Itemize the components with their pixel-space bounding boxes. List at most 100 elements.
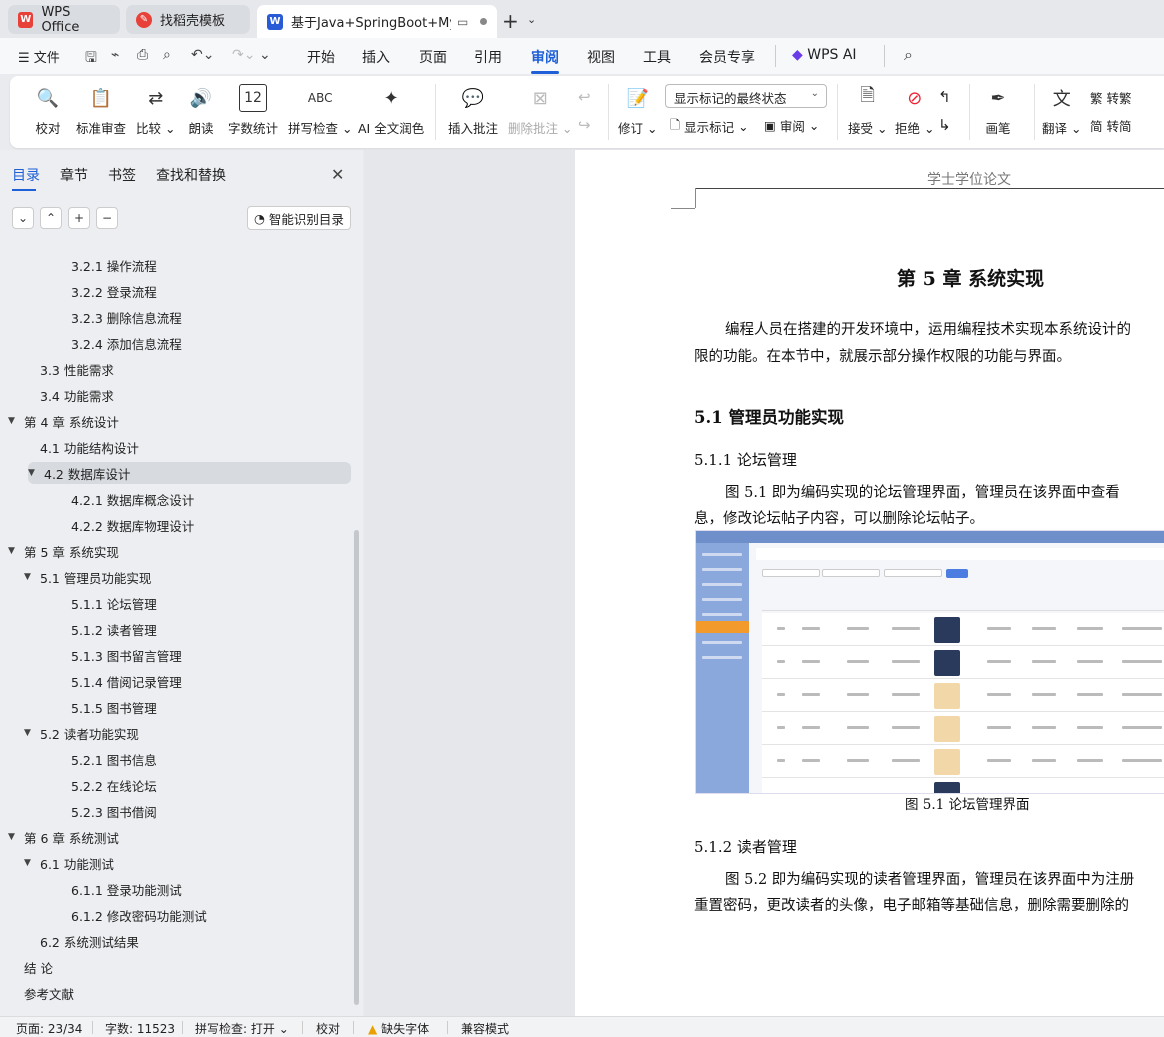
print-icon[interactable]: ⎙ (137, 47, 148, 63)
toc-item[interactable]: ▼ 4.2 数据库设计 (28, 462, 351, 484)
menu-review[interactable]: 审阅 (531, 47, 559, 74)
tab-template[interactable]: ✎ 找稻壳模板 (126, 5, 250, 34)
toc-item[interactable]: 4.2.1 数据库概念设计 (71, 488, 194, 510)
menu-member[interactable]: 会员专享 (699, 47, 755, 67)
format-painter-icon[interactable]: ⌁ (111, 47, 119, 63)
more-chevron-icon[interactable]: ⌄ (259, 47, 271, 63)
next-comment-icon[interactable]: ↪ (578, 116, 591, 134)
toc-item[interactable]: 5.2.3 图书借阅 (71, 800, 157, 822)
toc-item[interactable]: ▼ 6.1 功能测试 (24, 852, 114, 874)
expand-arrow-icon[interactable]: ▼ (28, 468, 42, 478)
compare-button[interactable]: ⇄ 比较 ⌄ (136, 84, 175, 137)
tab-document[interactable]: W 基于Java+SpringBoot+MyS ▭ (257, 5, 497, 38)
collapse-up-button[interactable]: ⌃ (40, 207, 62, 229)
menu-insert[interactable]: 插入 (362, 47, 390, 67)
toc-item[interactable]: ▼ 第 6 章 系统测试 (8, 826, 119, 848)
menu-view[interactable]: 视图 (587, 47, 615, 67)
missing-font-status[interactable]: ▲ 缺失字体 (368, 1020, 429, 1037)
toc-item[interactable]: 3.2.2 登录流程 (71, 280, 157, 302)
prev-change-icon[interactable]: ↰ (938, 88, 951, 106)
read-aloud-button[interactable]: 🔊 朗读 (187, 84, 215, 137)
toc-item[interactable]: 6.1.2 修改密码功能测试 (71, 904, 207, 926)
toc-item[interactable]: 3.4 功能需求 (40, 384, 114, 406)
menu-wps-ai[interactable]: ◆ WPS AI (792, 47, 857, 63)
toc-item[interactable]: 4.2.2 数据库物理设计 (71, 514, 194, 536)
brush-button[interactable]: ✒ 画笔 (984, 84, 1012, 137)
word-count-button[interactable]: 12 字数统计 (228, 84, 278, 137)
toc-item[interactable]: 3.2.4 添加信息流程 (71, 332, 182, 354)
tab-find-replace[interactable]: 查找和替换 (156, 165, 226, 191)
toc-item[interactable]: 3.3 性能需求 (40, 358, 114, 380)
toc-item[interactable]: 5.1.4 借阅记录管理 (71, 670, 182, 692)
toc-scrollbar[interactable] (354, 530, 359, 1005)
tab-wps-office[interactable]: W WPS Office (8, 5, 120, 35)
translate-button[interactable]: 文翻译 ⌄ (1042, 84, 1081, 137)
toc-item[interactable]: 5.1.3 图书留言管理 (71, 644, 182, 666)
toc-item[interactable]: 5.2.1 图书信息 (71, 748, 157, 770)
toc-item[interactable]: 3.2.1 操作流程 (71, 254, 157, 276)
revise-button[interactable]: 📝 修订 ⌄ (618, 84, 657, 137)
toc-item[interactable]: 结 论 (24, 956, 53, 978)
toc-item[interactable]: 4.1 功能结构设计 (40, 436, 139, 458)
tab-toc[interactable]: 目录 (12, 165, 40, 191)
next-change-icon[interactable]: ↳ (938, 116, 951, 134)
remove-heading-button[interactable]: − (96, 207, 118, 229)
proof-status[interactable]: 校对 (316, 1020, 340, 1037)
toc-item[interactable]: ▼ 第 5 章 系统实现 (8, 540, 119, 562)
toc-item[interactable]: ▼ 第 4 章 系统设计 (8, 410, 119, 432)
standard-review-button[interactable]: 📋 标准审查 (76, 84, 126, 137)
tab-chapters[interactable]: 章节 (60, 165, 88, 191)
undo-icon[interactable]: ↶⌄ (191, 47, 214, 63)
expand-arrow-icon[interactable]: ▼ (8, 546, 22, 556)
toc-item[interactable]: 5.1.1 论坛管理 (71, 592, 157, 614)
reject-button[interactable]: ⊘ 拒绝 ⌄ (895, 84, 934, 137)
toc-item[interactable]: ▼ 5.2 读者功能实现 (24, 722, 139, 744)
to-simplified-button[interactable]: 简转简 (1090, 116, 1132, 135)
unsaved-dot-icon[interactable] (480, 18, 487, 25)
toc-item[interactable]: 5.1.5 图书管理 (71, 696, 157, 718)
print-preview-icon[interactable]: ⌕ (163, 47, 171, 63)
toc-item[interactable]: 6.2 系统测试结果 (40, 930, 139, 952)
word-count-indicator[interactable]: 字数: 11523 (105, 1020, 175, 1037)
monitor-icon[interactable]: ▭ (457, 15, 468, 29)
review-pane-button[interactable]: ▣ 审阅 ⌄ (764, 116, 819, 135)
menu-reference[interactable]: 引用 (474, 47, 502, 67)
proofread-button[interactable]: 🔍 校对 (34, 84, 62, 137)
smart-toc-button[interactable]: ◔ 智能识别目录 (247, 206, 351, 230)
add-heading-button[interactable]: + (68, 207, 90, 229)
expand-arrow-icon[interactable]: ▼ (8, 416, 22, 426)
spell-check-button[interactable]: ABC 拼写检查 ⌄ (288, 84, 352, 137)
show-markup-button[interactable]: 🗋 显示标记 ⌄ (670, 116, 749, 137)
markup-mode-select[interactable]: 显示标记的最终状态 ⌄ (665, 84, 827, 108)
file-menu[interactable]: ☰ 文件 (18, 47, 60, 66)
tab-list-chevron-icon[interactable]: ⌄ (527, 13, 536, 26)
to-traditional-button[interactable]: 繁转繁 (1090, 88, 1132, 107)
save-icon[interactable]: 🖫 (85, 47, 97, 71)
expand-arrow-icon[interactable]: ▼ (24, 728, 38, 738)
close-icon[interactable]: ✕ (331, 165, 344, 184)
expand-arrow-icon[interactable]: ▼ (8, 832, 22, 842)
accept-button[interactable]: 🗎 接受 ⌄ (848, 84, 887, 137)
menu-page[interactable]: 页面 (419, 47, 447, 67)
new-tab-plus-icon[interactable]: + (502, 9, 519, 33)
page-indicator[interactable]: 页面: 23/34 (16, 1020, 82, 1037)
redo-icon[interactable]: ↷⌄ (232, 47, 255, 63)
prev-comment-icon[interactable]: ↩ (578, 88, 591, 106)
toc-item[interactable]: 参考文献 (24, 982, 74, 1004)
tab-bookmarks[interactable]: 书签 (108, 165, 136, 191)
spell-check-status[interactable]: 拼写检查: 打开 ⌄ (195, 1020, 289, 1037)
expand-down-button[interactable]: ⌄ (12, 207, 34, 229)
document-page[interactable]: 学士学位论文 第 5 章 系统实现 编程人员在搭建的开发环境中，运用编程技术实现… (575, 150, 1164, 1016)
delete-comment-button[interactable]: ⊠ 删除批注 ⌄ (508, 84, 572, 137)
toc-item[interactable]: 5.2.2 在线论坛 (71, 774, 157, 796)
search-icon[interactable]: ⌕ (904, 45, 913, 65)
toc-item[interactable]: ▼ 5.1 管理员功能实现 (24, 566, 151, 588)
insert-comment-button[interactable]: 💬 插入批注 (448, 84, 498, 137)
ai-polish-button[interactable]: ✦ AI 全文润色 (358, 84, 424, 137)
toc-item[interactable]: 3.2.3 删除信息流程 (71, 306, 182, 328)
menu-start[interactable]: 开始 (307, 47, 335, 67)
menu-tools[interactable]: 工具 (643, 47, 671, 67)
expand-arrow-icon[interactable]: ▼ (24, 858, 38, 868)
expand-arrow-icon[interactable]: ▼ (24, 572, 38, 582)
toc-item[interactable]: 6.1.1 登录功能测试 (71, 878, 182, 900)
